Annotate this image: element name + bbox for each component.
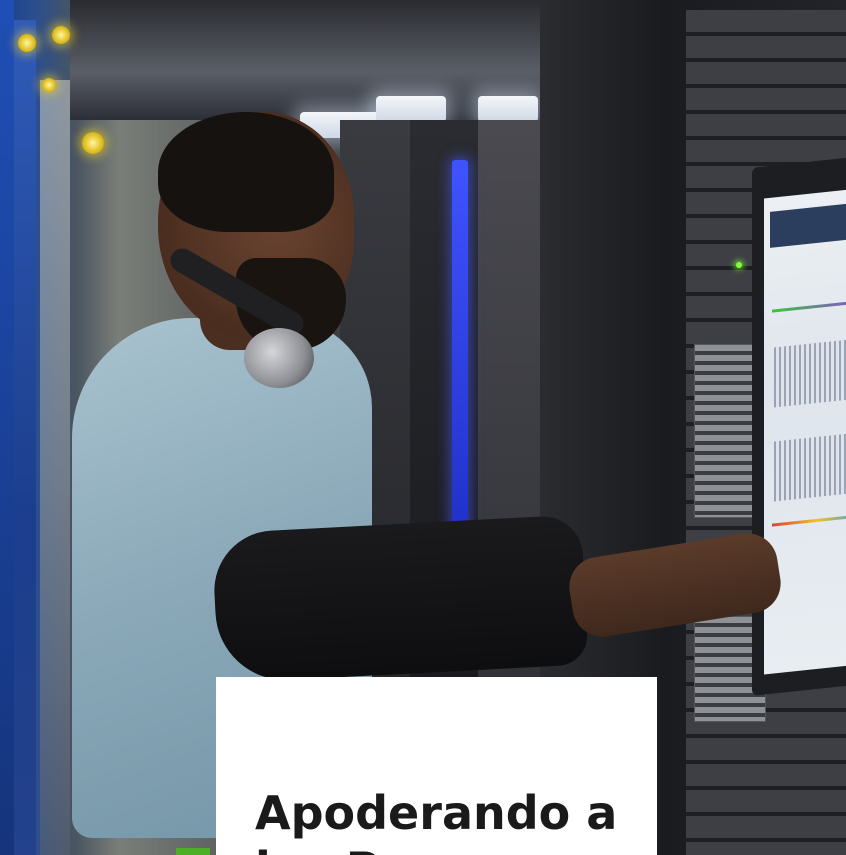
blue-rack-column — [14, 20, 36, 855]
person-hair — [158, 112, 334, 232]
screen-header — [770, 202, 846, 248]
indicator-light — [82, 132, 104, 154]
headphones-icon — [244, 328, 314, 388]
monitor — [752, 156, 846, 696]
ceiling-light — [478, 96, 538, 122]
hero-title-line-2: los P — [255, 841, 379, 855]
person-arm-sleeve — [211, 514, 589, 684]
blue-rack-edge — [0, 0, 14, 855]
indicator-light — [18, 34, 36, 52]
status-led — [736, 262, 742, 268]
indicator-light — [42, 78, 56, 92]
ceiling-light — [376, 96, 446, 122]
hero-banner: Apoderando a los P — [0, 0, 846, 855]
screen-graph — [774, 432, 846, 502]
screen-graph-line — [772, 300, 846, 313]
hero-card: Apoderando a los P — [216, 677, 657, 855]
badge-accent — [176, 848, 210, 855]
indicator-light — [52, 26, 70, 44]
rack-column-light — [40, 80, 70, 855]
hero-title-line-1: Apoderando a — [255, 786, 618, 840]
screen-graph — [774, 338, 846, 408]
screen-graph-line — [772, 514, 846, 527]
monitor-screen — [764, 188, 846, 675]
